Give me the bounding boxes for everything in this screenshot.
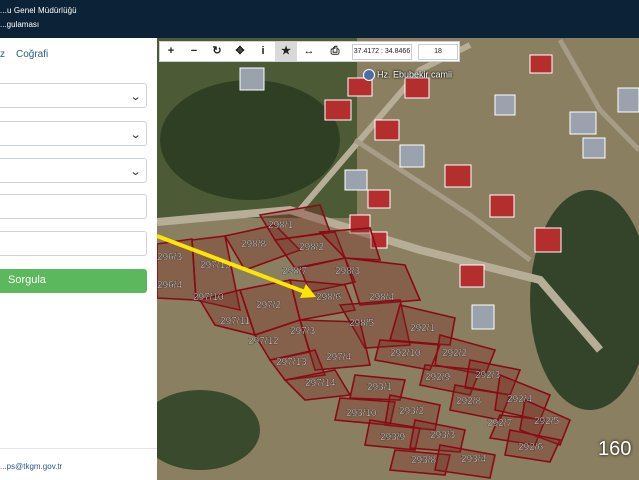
parcel-label: 292/8 bbox=[456, 396, 481, 407]
parcel-label: 298/2 bbox=[299, 242, 324, 253]
chevron-down-icon: ⌄ bbox=[129, 91, 142, 103]
map-imagery: 298/1 298/8 298/2 297/15 298/7 298/3 296… bbox=[157, 38, 639, 480]
crosshair-icon[interactable]: ✥ bbox=[229, 42, 251, 61]
parcel-label: 298/3 bbox=[335, 266, 360, 277]
chevron-down-icon: ⌄ bbox=[129, 129, 142, 141]
parcel-label: 297/12 bbox=[248, 336, 279, 347]
mosque-icon bbox=[363, 69, 375, 81]
zoom-level-display: 18 bbox=[418, 44, 458, 60]
chevron-down-icon: ⌄ bbox=[129, 166, 142, 178]
parcel-label: 297/2 bbox=[256, 300, 281, 311]
query-button[interactable]: Sorgula bbox=[0, 269, 147, 293]
parcel-label: 297/13 bbox=[276, 357, 307, 368]
parcel-label: 292/1 bbox=[410, 323, 435, 334]
poi-name: Hz. Ebubekir camii bbox=[377, 69, 453, 80]
satellite-map[interactable]: 298/1 298/8 298/2 297/15 298/7 298/3 296… bbox=[157, 38, 639, 480]
parcel-label: 292/3 bbox=[475, 370, 500, 381]
parcel-label: 296/4 bbox=[157, 280, 182, 291]
info-icon[interactable]: i bbox=[252, 42, 274, 61]
contact-email[interactable]: ...ps@tkgm.gov.tr bbox=[0, 462, 62, 471]
neighborhood-select[interactable]: ⌄ bbox=[0, 158, 147, 183]
province-select[interactable]: ⌄ bbox=[0, 83, 147, 108]
parcel-label: 293/8 bbox=[411, 455, 436, 466]
parcel-label: 298/8 bbox=[241, 239, 266, 250]
parcel-label: 293/2 bbox=[399, 406, 424, 417]
measure-icon[interactable]: ↔ bbox=[298, 42, 320, 61]
parcel-label: 298/4 bbox=[369, 292, 394, 303]
parcel-label: 292/2 bbox=[442, 348, 467, 359]
parcel-label: 297/14 bbox=[305, 378, 336, 389]
app-header: ...u Genel Müdürlüğü ...gulaması bbox=[0, 0, 639, 38]
parcel-label: 292/7 bbox=[487, 418, 512, 429]
agency-title: ...u Genel Müdürlüğü bbox=[0, 6, 77, 15]
refresh-icon[interactable]: ↻ bbox=[206, 42, 228, 61]
tab-geographic[interactable]: Coğrafi bbox=[16, 49, 48, 60]
parcel-label: 292/9 bbox=[425, 372, 450, 383]
poi-label[interactable]: Hz. Ebubekir camii bbox=[363, 69, 452, 81]
parcel-label: 296/3 bbox=[157, 252, 182, 263]
parcel-label: 298/6 bbox=[316, 292, 341, 303]
star-icon[interactable]: ★ bbox=[275, 42, 297, 61]
parcel-number-input[interactable] bbox=[0, 231, 147, 256]
parcel-label: 297/4 bbox=[326, 352, 351, 363]
print-icon[interactable]: ⎙ bbox=[324, 42, 346, 61]
parcel-label: 292/6 bbox=[518, 442, 543, 453]
parcel-label: 292/5 bbox=[534, 416, 559, 427]
parcel-label: 298/5 bbox=[349, 318, 374, 329]
coordinate-readout: 37.4172 : 34.8466 bbox=[352, 44, 412, 60]
query-button-label: Sorgula bbox=[8, 274, 46, 286]
parcel-label: 292/10 bbox=[390, 348, 421, 359]
parcel-label: 292/4 bbox=[507, 394, 532, 405]
parcel-label: 293/9 bbox=[380, 432, 405, 443]
zoom-out-icon[interactable]: − bbox=[183, 42, 205, 61]
parcel-label: 293/1 bbox=[367, 382, 392, 393]
tab-administrative[interactable]: z bbox=[0, 49, 5, 60]
parcel-label: 293/4 bbox=[461, 454, 486, 465]
parcel-label: 293/3 bbox=[430, 430, 455, 441]
app-subtitle: ...gulaması bbox=[0, 20, 40, 29]
parcel-label: 293/10 bbox=[346, 408, 377, 419]
map-scale: 160 bbox=[598, 438, 632, 460]
parcel-label: 297/10 bbox=[193, 292, 224, 303]
district-select[interactable]: ⌄ bbox=[0, 121, 147, 146]
zoom-in-icon[interactable]: + bbox=[160, 42, 182, 61]
parcel-label: 298/1 bbox=[268, 220, 293, 231]
parcel-label: 298/7 bbox=[282, 266, 307, 277]
divider bbox=[0, 448, 157, 449]
query-sidebar: z Coğrafi ⌄ ⌄ ⌄ Sorgula ...ps@tkgm.gov.t… bbox=[0, 38, 158, 480]
map-toolbar: + − ↻ ✥ i ★ ↔ ⎙ 37.4172 : 34.8466 18 bbox=[159, 41, 460, 62]
block-number-input[interactable] bbox=[0, 194, 147, 219]
parcel-label: 297/11 bbox=[220, 316, 250, 327]
parcel-label: 297/3 bbox=[290, 326, 315, 337]
